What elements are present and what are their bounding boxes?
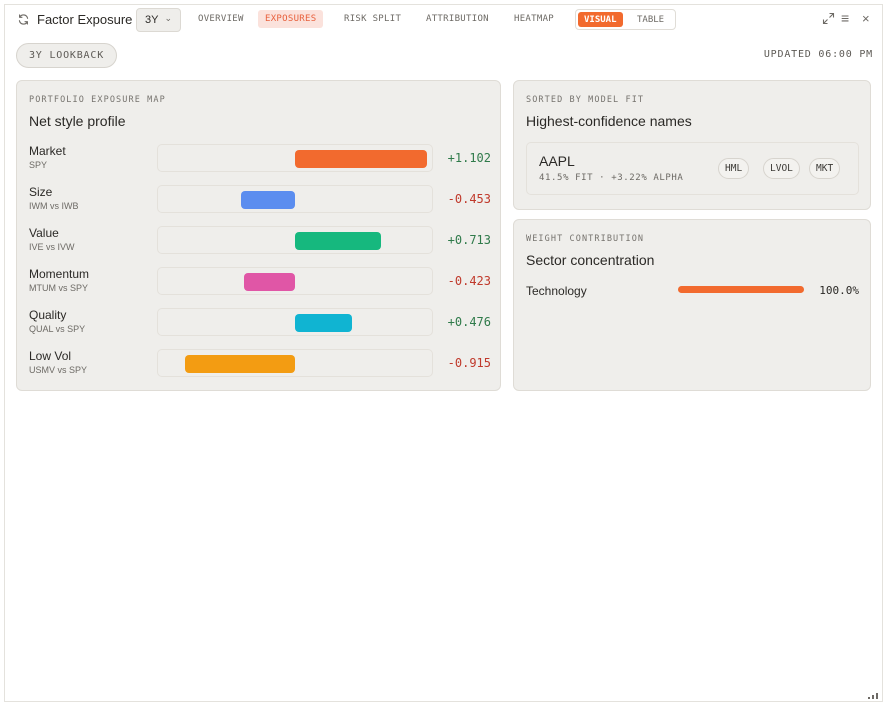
tab-overview[interactable]: OVERVIEW [191, 10, 251, 28]
exposure-bar[interactable] [185, 355, 295, 373]
exposure-bar-track [157, 308, 433, 336]
lookback-badge[interactable]: 3Y LOOKBACK [16, 43, 117, 68]
view-toggle-visual[interactable]: VISUAL [578, 12, 623, 27]
expand-icon[interactable] [822, 12, 835, 25]
factor-name: Low Vol [29, 349, 72, 363]
factor-value: +1.102 [447, 151, 491, 165]
sector-row: Technology 100.0% [526, 282, 859, 300]
exposure-bar[interactable] [240, 191, 295, 209]
weight-card-eyebrow: WEIGHT CONTRIBUTION [526, 234, 645, 244]
weight-card: WEIGHT CONTRIBUTION Sector concentration… [513, 219, 871, 391]
range-select-value: 3Y [145, 14, 159, 26]
tab-risk-split[interactable]: RISK SPLIT [337, 10, 408, 28]
exposure-bar[interactable] [295, 232, 381, 250]
close-icon[interactable]: × [862, 11, 870, 26]
ticker-fit-meta: 41.5% FIT · +3.22% ALPHA [539, 173, 684, 183]
model-fit-card: SORTED BY MODEL FIT Highest-confidence n… [513, 80, 871, 210]
exposure-bar-track [157, 349, 433, 377]
factor-value: -0.453 [447, 192, 491, 206]
factor-row: Value IVE vs IVW +0.713 [29, 226, 491, 260]
factor-proxy: SPY [29, 160, 48, 170]
resize-grip-icon[interactable] [867, 690, 879, 700]
factor-name: Momentum [29, 267, 90, 281]
factor-value: +0.713 [447, 233, 491, 247]
factor-row: Market SPY +1.102 [29, 144, 491, 178]
factor-row: Size IWM vs IWB -0.453 [29, 185, 491, 219]
factor-value: -0.915 [447, 356, 491, 370]
factor-name: Value [29, 226, 59, 240]
factor-row: Momentum MTUM vs SPY -0.423 [29, 267, 491, 301]
view-toggle-table[interactable]: TABLE [631, 12, 670, 27]
factor-chip-lvol[interactable]: LVOL [763, 158, 800, 179]
exposure-card-title: Net style profile [29, 113, 126, 129]
exposure-bar[interactable] [295, 150, 428, 168]
tab-exposures[interactable]: EXPOSURES [258, 10, 324, 28]
toolbar: Factor Exposure 3Y ⌄ OVERVIEW EXPOSURES … [5, 5, 882, 35]
factor-value: -0.423 [447, 274, 491, 288]
factor-row: Quality QUAL vs SPY +0.476 [29, 308, 491, 342]
factor-value: +0.476 [447, 315, 491, 329]
sector-weight-value: 100.0% [819, 284, 859, 297]
weight-card-title: Sector concentration [526, 252, 655, 268]
exposure-bar[interactable] [244, 273, 295, 291]
list-item[interactable]: AAPL 41.5% FIT · +3.22% ALPHA HML LVOL M… [526, 142, 859, 195]
factor-proxy: USMV vs SPY [29, 365, 88, 375]
factor-exposure-window: Factor Exposure 3Y ⌄ OVERVIEW EXPOSURES … [4, 4, 883, 702]
tab-heatmap[interactable]: HEATMAP [507, 10, 561, 28]
model-fit-title: Highest-confidence names [526, 113, 692, 129]
exposure-card: PORTFOLIO EXPOSURE MAP Net style profile… [16, 80, 501, 391]
tab-attribution[interactable]: ATTRIBUTION [419, 10, 496, 28]
app-title: Factor Exposure [37, 12, 133, 27]
sector-bar [678, 286, 804, 293]
chevron-down-icon: ⌄ [164, 13, 172, 23]
factor-name: Quality [29, 308, 67, 322]
exposure-bar-track [157, 267, 433, 295]
view-toggle: VISUAL TABLE [575, 9, 676, 30]
factor-proxy: QUAL vs SPY [29, 324, 86, 334]
exposure-card-eyebrow: PORTFOLIO EXPOSURE MAP [29, 95, 166, 105]
sector-name: Technology [526, 284, 587, 298]
factor-name: Size [29, 185, 53, 199]
exposure-bar-track [157, 185, 433, 213]
exposure-bar-track [157, 144, 433, 172]
factor-chip-hml[interactable]: HML [718, 158, 750, 179]
factor-proxy: MTUM vs SPY [29, 283, 89, 293]
factor-proxy: IVE vs IVW [29, 242, 75, 252]
ticker-symbol: AAPL [539, 153, 575, 169]
factor-name: Market [29, 144, 66, 158]
range-select[interactable]: 3Y ⌄ [136, 8, 181, 32]
factor-chip-mkt[interactable]: MKT [809, 158, 841, 179]
refresh-icon[interactable] [17, 13, 30, 26]
model-fit-eyebrow: SORTED BY MODEL FIT [526, 95, 645, 105]
factor-proxy: IWM vs IWB [29, 201, 79, 211]
exposure-bar-track [157, 226, 433, 254]
updated-timestamp: UPDATED 06:00 PM [763, 49, 873, 60]
sector-bar-track [678, 286, 804, 293]
menu-icon[interactable]: ≡ [841, 10, 849, 26]
factor-row: Low Vol USMV vs SPY -0.915 [29, 349, 491, 383]
exposure-bar[interactable] [295, 314, 353, 332]
